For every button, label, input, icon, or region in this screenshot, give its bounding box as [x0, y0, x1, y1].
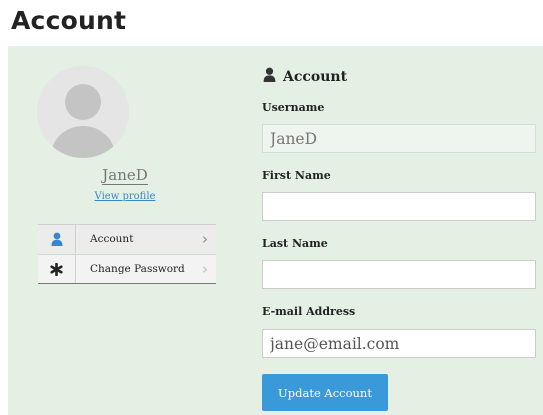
- chevron-right-icon: ›: [202, 260, 208, 278]
- update-account-button[interactable]: Update Account: [262, 374, 388, 411]
- user-icon: [38, 225, 76, 253]
- email-label: E-mail Address: [262, 305, 356, 318]
- side-menu-item-account[interactable]: Account ›: [38, 225, 216, 253]
- profile-username[interactable]: JaneD: [102, 166, 148, 185]
- view-profile-link[interactable]: View profile: [0, 191, 250, 202]
- page-title: Account: [11, 6, 127, 35]
- first-name-label: First Name: [262, 169, 331, 182]
- user-icon: [262, 67, 277, 86]
- username-label: Username: [262, 101, 325, 114]
- last-name-field[interactable]: [262, 260, 536, 289]
- email-field[interactable]: [262, 329, 536, 358]
- account-side-menu: Account › Change Password ›: [38, 224, 216, 284]
- form-title-label: Account: [283, 68, 348, 85]
- chevron-right-icon: ›: [202, 230, 208, 248]
- avatar: [37, 66, 129, 158]
- view-profile-label[interactable]: View profile: [95, 191, 156, 202]
- side-menu-item-label: Change Password: [90, 263, 185, 275]
- side-menu-item-label: Account: [90, 233, 134, 245]
- profile-username-link[interactable]: JaneD: [0, 166, 250, 185]
- asterisk-icon: [38, 255, 76, 283]
- side-menu-item-change-password[interactable]: Change Password ›: [38, 254, 216, 283]
- first-name-field[interactable]: [262, 192, 536, 221]
- avatar-shoulders: [51, 126, 115, 158]
- last-name-label: Last Name: [262, 237, 328, 250]
- form-title: Account: [262, 67, 347, 86]
- username-field[interactable]: [262, 124, 536, 153]
- avatar-head: [65, 84, 101, 120]
